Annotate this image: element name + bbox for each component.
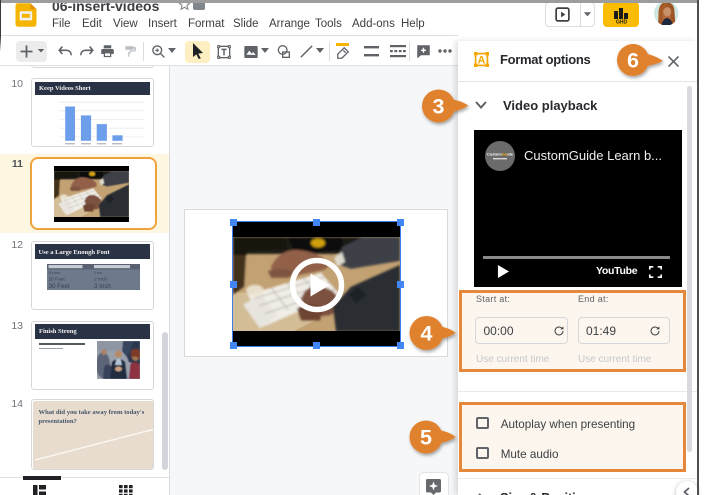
- svg-text:A: A: [478, 55, 486, 67]
- svg-text:GHD: GHD: [616, 20, 628, 25]
- svg-text:20 Feet: 20 Feet: [48, 277, 65, 283]
- svg-text:4: 4: [421, 321, 433, 345]
- svg-text:30 Feet: 30 Feet: [48, 283, 69, 290]
- svg-text:3: 3: [433, 95, 445, 119]
- svg-text:5: 5: [420, 426, 432, 450]
- svg-text:6: 6: [627, 49, 639, 73]
- svg-text:20 ums: 20 ums: [48, 271, 60, 275]
- svg-text:2 Inch: 2 Inch: [94, 277, 107, 283]
- svg-text:CustomGuide: CustomGuide: [487, 152, 514, 157]
- svg-text:3 Inch: 3 Inch: [94, 283, 111, 290]
- svg-text:1 um: 1 um: [94, 271, 102, 275]
